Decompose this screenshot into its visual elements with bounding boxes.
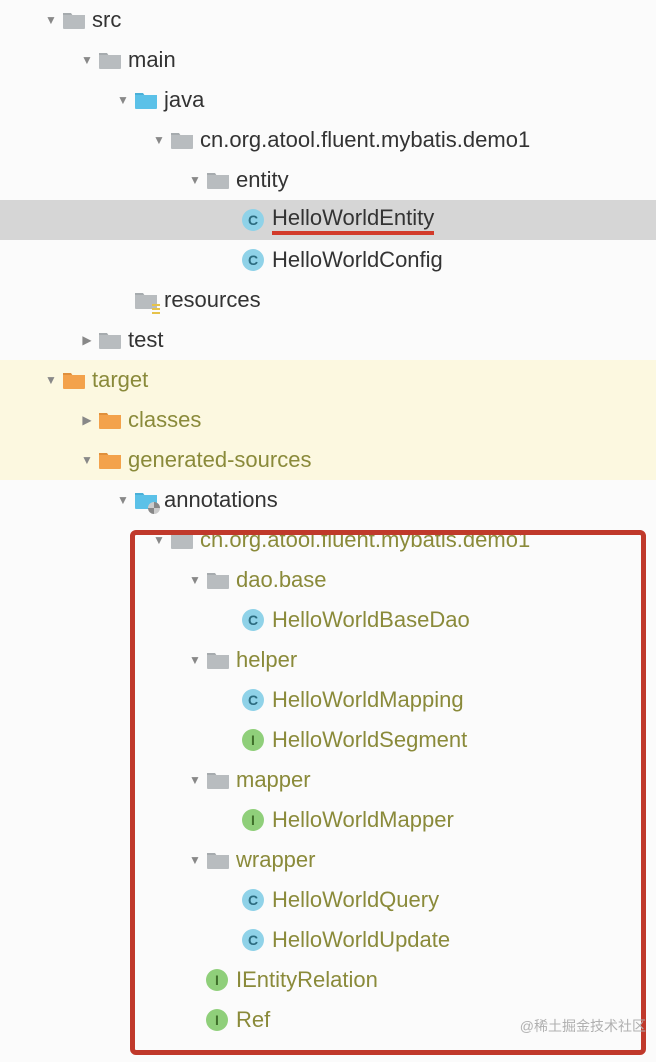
folder-label: generated-sources [128,447,311,473]
interface-icon: I [206,969,228,991]
package-icon [206,848,230,872]
package-icon [170,128,194,152]
package-label: cn.org.atool.fluent.mybatis.demo1 [200,527,530,553]
tree-row-test[interactable]: ▶ test [0,320,656,360]
interface-icon: I [242,729,264,751]
class-label: HelloWorldMapping [272,687,464,713]
tree-row-helloworld-segment[interactable]: I HelloWorldSegment [0,720,656,760]
folder-label: test [128,327,163,353]
tree-row-wrapper[interactable]: ▼ wrapper [0,840,656,880]
package-icon [206,168,230,192]
chevron-down-icon: ▼ [76,53,98,67]
folder-label: annotations [164,487,278,513]
chevron-down-icon: ▼ [148,533,170,547]
package-icon [206,648,230,672]
chevron-down-icon: ▼ [184,653,206,667]
folder-icon [62,8,86,32]
excluded-folder-icon [98,448,122,472]
excluded-folder-icon [98,408,122,432]
folder-icon [98,328,122,352]
chevron-down-icon: ▼ [76,453,98,467]
chevron-down-icon: ▼ [184,853,206,867]
package-icon [170,528,194,552]
class-label: HelloWorldBaseDao [272,607,470,633]
chevron-down-icon: ▼ [184,173,206,187]
package-icon [206,568,230,592]
chevron-down-icon: ▼ [40,373,62,387]
tree-row-target[interactable]: ▼ target [0,360,656,400]
tree-row-entity[interactable]: ▼ entity [0,160,656,200]
package-label: mapper [236,767,311,793]
tree-row-src[interactable]: ▼ src [0,0,656,40]
class-icon: C [242,609,264,631]
tree-row-annotations[interactable]: ▼ annotations [0,480,656,520]
tree-row-classes[interactable]: ▶ classes [0,400,656,440]
tree-row-gen-package[interactable]: ▼ cn.org.atool.fluent.mybatis.demo1 [0,520,656,560]
tree-row-helloworld-mapping[interactable]: C HelloWorldMapping [0,680,656,720]
folder-label: target [92,367,148,393]
tree-row-helloworld-config[interactable]: C HelloWorldConfig [0,240,656,280]
chevron-down-icon: ▼ [112,93,134,107]
tree-row-package[interactable]: ▼ cn.org.atool.fluent.mybatis.demo1 [0,120,656,160]
class-icon: C [242,209,264,231]
chevron-down-icon: ▼ [112,493,134,507]
excluded-folder-icon [62,368,86,392]
interface-icon: I [242,809,264,831]
package-label: entity [236,167,289,193]
chevron-down-icon: ▼ [40,13,62,27]
watermark-text: @稀土掘金技术社区 [520,1016,646,1036]
package-label: helper [236,647,297,673]
folder-label: main [128,47,176,73]
folder-src-icon [134,88,158,112]
resources-folder-icon [134,288,158,312]
class-icon: C [242,249,264,271]
tree-row-helloworld-mapper[interactable]: I HelloWorldMapper [0,800,656,840]
class-icon: C [242,889,264,911]
generated-src-folder-icon [134,488,158,512]
tree-row-ientityrelation[interactable]: I IEntityRelation [0,960,656,1000]
tree-row-dao-base[interactable]: ▼ dao.base [0,560,656,600]
package-label: dao.base [236,567,327,593]
package-label: wrapper [236,847,315,873]
class-icon: C [242,929,264,951]
tree-row-resources[interactable]: resources [0,280,656,320]
chevron-right-icon: ▶ [76,333,98,347]
tree-row-mapper[interactable]: ▼ mapper [0,760,656,800]
package-label: cn.org.atool.fluent.mybatis.demo1 [200,127,530,153]
interface-label: HelloWorldMapper [272,807,454,833]
tree-row-helloworld-entity[interactable]: C HelloWorldEntity [0,200,656,240]
interface-label: HelloWorldSegment [272,727,467,753]
interface-icon: I [206,1009,228,1031]
folder-label: resources [164,287,261,313]
folder-label: src [92,7,121,33]
chevron-right-icon: ▶ [76,413,98,427]
tree-row-helloworld-update[interactable]: C HelloWorldUpdate [0,920,656,960]
class-label: HelloWorldConfig [272,247,443,273]
class-icon: C [242,689,264,711]
chevron-down-icon: ▼ [184,573,206,587]
tree-row-helloworld-query[interactable]: C HelloWorldQuery [0,880,656,920]
package-icon [206,768,230,792]
tree-row-helper[interactable]: ▼ helper [0,640,656,680]
tree-row-main[interactable]: ▼ main [0,40,656,80]
tree-row-java[interactable]: ▼ java [0,80,656,120]
tree-row-generated-sources[interactable]: ▼ generated-sources [0,440,656,480]
class-label: HelloWorldQuery [272,887,439,913]
folder-label: classes [128,407,201,433]
interface-label: Ref [236,1007,270,1033]
chevron-down-icon: ▼ [148,133,170,147]
class-label: HelloWorldUpdate [272,927,450,953]
chevron-down-icon: ▼ [184,773,206,787]
folder-icon [98,48,122,72]
class-label: HelloWorldEntity [272,205,434,235]
tree-row-helloworld-basedao[interactable]: C HelloWorldBaseDao [0,600,656,640]
folder-label: java [164,87,204,113]
interface-label: IEntityRelation [236,967,378,993]
